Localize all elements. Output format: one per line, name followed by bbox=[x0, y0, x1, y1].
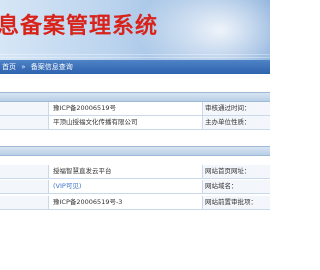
site-name: 授福智慧直发云平台 bbox=[53, 167, 112, 175]
unit-nature-label: 主办单位性质： bbox=[202, 116, 270, 129]
unit-name-row: 平顶山授福文化传播有限公司 主办单位性质： bbox=[0, 116, 270, 130]
site-home-label: 网站首页网址： bbox=[202, 165, 270, 178]
breadcrumb-nav: 首页 » 备案信息查询 bbox=[0, 60, 270, 74]
header-banner: 息备案管理系统 bbox=[0, 0, 270, 60]
site-info-header bbox=[0, 146, 270, 156]
site-license-row: 豫ICP备20006519号-3 网站前置审批项： bbox=[0, 196, 270, 210]
unit-license-row: 豫ICP备20006519号 审核通过时间： bbox=[0, 102, 270, 116]
unit-name: 平顶山授福文化传播有限公司 bbox=[53, 118, 138, 126]
pre-approval-label: 网站前置审批项： bbox=[202, 196, 270, 209]
nav-separator: » bbox=[21, 63, 26, 71]
approve-time-label: 审核通过时间： bbox=[202, 102, 270, 115]
site-name-label-cell bbox=[0, 165, 49, 178]
unit-name-label-cell bbox=[0, 116, 49, 129]
nav-home-link[interactable]: 首页 bbox=[2, 60, 16, 74]
site-home-row: (VIP可见) 网站域名： bbox=[0, 180, 270, 194]
unit-license-label-cell bbox=[0, 102, 49, 115]
unit-info-header bbox=[0, 92, 270, 102]
site-license-number: 豫ICP备20006519号-3 bbox=[53, 198, 123, 206]
nav-current-page: 备案信息查询 bbox=[30, 63, 73, 71]
site-home-label-cell bbox=[0, 180, 49, 193]
site-home-vip-link[interactable]: (VIP可见) bbox=[53, 180, 81, 193]
unit-license-number: 豫ICP备20006519号 bbox=[53, 104, 116, 112]
domain-label: 网站域名： bbox=[202, 180, 270, 193]
site-license-label-cell bbox=[0, 196, 49, 209]
site-name-row: 授福智慧直发云平台 网站首页网址： bbox=[0, 165, 270, 179]
section-gap bbox=[0, 156, 270, 164]
system-title: 息备案管理系统 bbox=[0, 14, 159, 39]
